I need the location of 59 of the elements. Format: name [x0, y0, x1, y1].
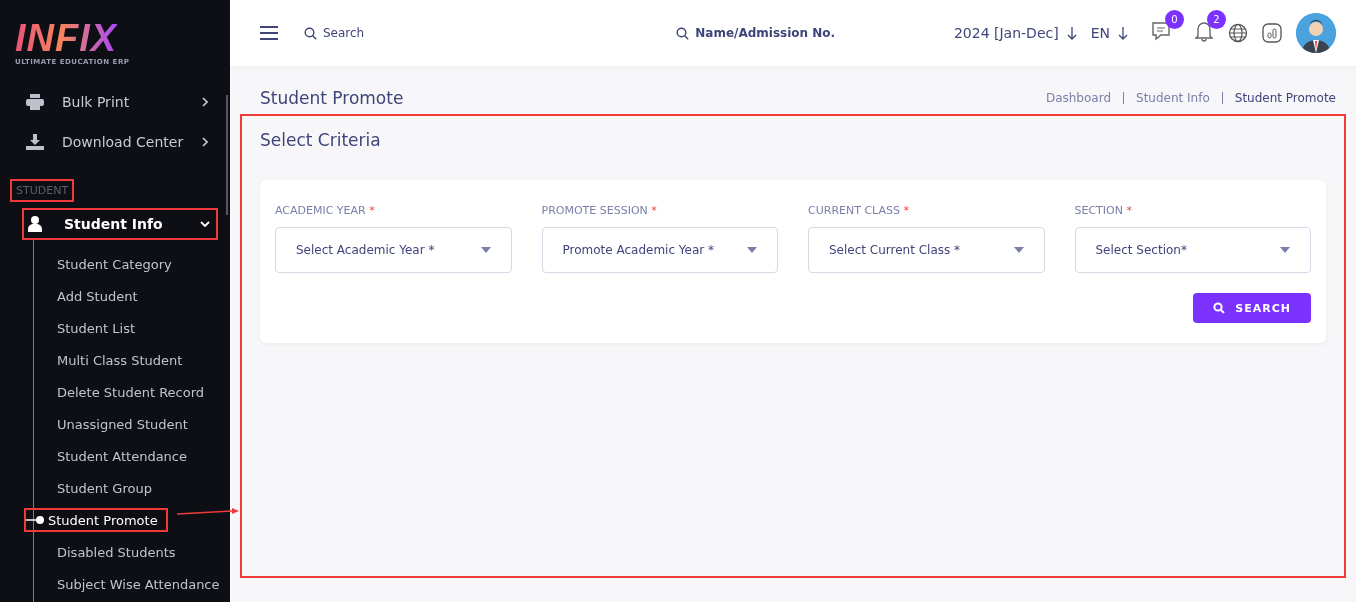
student-search-field[interactable]: Name/Admission No.: [676, 26, 836, 40]
bullet-icon: [26, 516, 44, 524]
submenu-item[interactable]: Multi Class Student: [57, 352, 183, 368]
submenu-item[interactable]: Student Category: [57, 256, 172, 272]
section-title: Select Criteria: [260, 130, 382, 150]
select-field[interactable]: Select Current Class *: [808, 227, 1045, 273]
menu-item[interactable]: Download Center: [0, 122, 230, 162]
printer-icon: [26, 94, 44, 110]
section-label: STUDENT: [10, 179, 75, 202]
menu-item[interactable]: Bulk Print: [0, 82, 230, 122]
submenu-item[interactable]: Student Group: [57, 480, 152, 496]
search-button[interactable]: SEARCH: [1193, 293, 1311, 323]
breadcrumb-link[interactable]: Student Promote: [1234, 91, 1336, 105]
dropdown-caret-icon: [747, 247, 757, 253]
submenu-item[interactable]: Add Student: [57, 288, 138, 304]
chevron-right-icon: [202, 137, 208, 147]
search-icon: [1213, 302, 1226, 314]
chevron-right-icon: [202, 97, 208, 107]
select-field[interactable]: Select Section*: [1074, 227, 1311, 273]
message-count-badge: 0: [1165, 10, 1184, 29]
submenu-item[interactable]: Disabled Students: [57, 544, 176, 560]
select-field[interactable]: Promote Academic Year *: [541, 227, 778, 273]
dropdown-caret-icon: [1280, 247, 1290, 253]
chevron-down-icon: [200, 221, 210, 227]
select-field[interactable]: Select Academic Year *: [275, 227, 512, 273]
chart-icon[interactable]: [1262, 23, 1282, 43]
submenu-item[interactable]: Delete Student Record: [57, 384, 205, 400]
breadcrumb-link[interactable]: Student Info: [1136, 91, 1210, 105]
field-label: PROMOTE SESSION *: [541, 204, 658, 217]
arrow-down-icon: [1066, 26, 1077, 40]
download-icon: [26, 134, 44, 150]
year-selector[interactable]: 2024 [Jan-Dec]: [953, 25, 1077, 41]
submenu-item[interactable]: Student Promote: [24, 508, 168, 532]
dropdown-caret-icon: [1013, 247, 1024, 253]
search-icon: [676, 26, 690, 40]
page-title: Student Promote: [260, 88, 404, 108]
field-label: SECTION *: [1074, 204, 1133, 217]
dropdown-caret-icon: [480, 247, 491, 253]
notification-count-badge: 2: [1207, 10, 1226, 29]
submenu-item[interactable]: Unassigned Student: [57, 416, 188, 432]
field-label: CURRENT CLASS *: [808, 204, 910, 217]
breadcrumb-link[interactable]: Dashboard: [1045, 91, 1111, 105]
submenu-item[interactable]: Student Attendance: [57, 448, 187, 464]
globe-icon[interactable]: [1228, 23, 1248, 43]
submenu-item[interactable]: Student List: [57, 320, 136, 336]
arrow-down-icon: [1118, 26, 1128, 40]
search-field[interactable]: Search: [304, 26, 365, 40]
person-icon: [28, 216, 42, 232]
menu-icon[interactable]: [260, 26, 278, 40]
scrollbar[interactable]: [226, 95, 228, 215]
submenu-item[interactable]: Subject Wise Attendance: [57, 576, 220, 592]
avatar-icon[interactable]: [1296, 13, 1336, 53]
search-icon: [304, 26, 317, 40]
language-selector[interactable]: EN: [1090, 25, 1128, 41]
menu-group[interactable]: Student Info: [22, 208, 218, 240]
chat-icon[interactable]: [1150, 20, 1172, 42]
annotation-arrow: [177, 508, 239, 518]
bell-icon[interactable]: [1194, 20, 1214, 42]
field-label: ACADEMIC YEAR *: [275, 204, 376, 217]
